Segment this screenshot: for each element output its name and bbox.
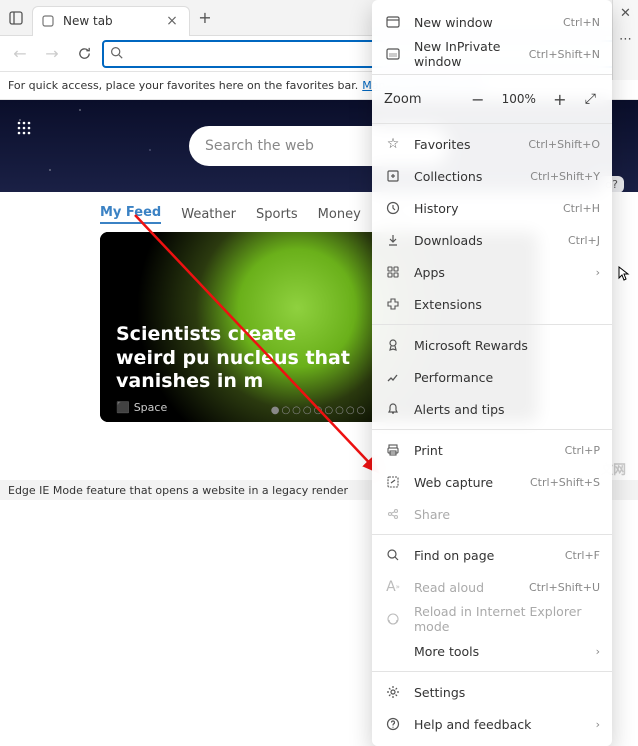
tab-weather[interactable]: Weather [181,207,236,222]
download-icon [384,233,402,247]
share-icon [384,507,402,521]
more-icon[interactable]: ⋯ [613,26,638,52]
source-icon: ⬛ [116,401,130,414]
menu-more-tools[interactable]: More tools › [372,635,612,667]
star-icon: ☆ [384,136,402,152]
apps-grid-icon[interactable] [16,120,32,141]
help-icon [384,717,402,731]
menu-reload-ie: Reload in Internet Explorer mode [372,603,612,635]
menu-favorites[interactable]: ☆ Favorites Ctrl+Shift+O [372,128,612,160]
menu-separator [372,324,612,325]
menu-separator [372,534,612,535]
favorites-bar-text: For quick access, place your favorites h… [8,79,358,92]
zoom-label: Zoom [384,92,457,107]
back-button[interactable]: ← [6,40,34,68]
menu-read-aloud: A» Read aloud Ctrl+Shift+U [372,571,612,603]
ie-icon [384,612,402,626]
find-icon [384,548,402,562]
menu-alerts[interactable]: Alerts and tips [372,393,612,425]
menu-help[interactable]: Help and feedback › [372,708,612,740]
apps-icon [384,265,402,279]
menu-extensions[interactable]: Extensions [372,288,612,320]
menu-separator [372,123,612,124]
app-menu: New window Ctrl+N New InPrivate window C… [372,0,612,746]
menu-separator [372,74,612,75]
card-source: ⬛ Space [116,401,167,414]
tab-sports[interactable]: Sports [256,207,298,222]
menu-history[interactable]: History Ctrl+H [372,192,612,224]
menu-collections[interactable]: Collections Ctrl+Shift+Y [372,160,612,192]
forward-button[interactable]: → [38,40,66,68]
menu-share: Share [372,498,612,530]
extensions-icon [384,297,402,311]
zoom-out-button[interactable]: − [465,86,491,112]
collections-icon [384,169,402,183]
refresh-button[interactable] [70,40,98,68]
capture-icon [384,475,402,489]
tab-actions-icon[interactable] [0,11,32,25]
fullscreen-icon[interactable]: ⤢ [581,91,600,107]
search-icon [110,44,123,63]
menu-zoom: Zoom − 100% + ⤢ [372,79,612,119]
window-icon [384,15,402,29]
print-icon [384,443,402,457]
new-tab-icon [41,13,57,29]
history-icon [384,201,402,215]
menu-settings[interactable]: Settings [372,676,612,708]
chevron-right-icon: › [596,266,600,279]
cursor-icon [618,266,630,285]
window-controls: ✕ ⋯ [612,0,638,80]
menu-separator [372,671,612,672]
inprivate-icon [384,47,402,61]
tab-money[interactable]: Money [318,207,361,222]
zoom-value: 100% [499,92,539,106]
menu-performance[interactable]: Performance [372,361,612,393]
read-aloud-icon: A» [384,579,402,595]
carousel-dots[interactable]: ●○○○○○○○○ [271,405,368,416]
menu-microsoft-rewards[interactable]: Microsoft Rewards [372,329,612,361]
chevron-right-icon: › [596,718,600,731]
menu-find-on-page[interactable]: Find on page Ctrl+F [372,539,612,571]
bell-icon [384,402,402,416]
close-icon[interactable]: × [163,13,181,29]
rewards-icon [384,338,402,352]
chevron-right-icon: › [596,645,600,658]
menu-downloads[interactable]: Downloads Ctrl+J [372,224,612,256]
search-placeholder: Search the web [205,138,314,154]
menu-new-window[interactable]: New window Ctrl+N [372,6,612,38]
browser-tab[interactable]: New tab × [32,6,190,36]
tab-my-feed[interactable]: My Feed [100,205,161,224]
menu-separator [372,429,612,430]
menu-web-capture[interactable]: Web capture Ctrl+Shift+S [372,466,612,498]
gear-icon [384,685,402,699]
zoom-in-button[interactable]: + [547,86,573,112]
window-close-icon[interactable]: ✕ [613,0,638,26]
new-tab-button[interactable]: + [190,8,220,27]
menu-print[interactable]: Print Ctrl+P [372,434,612,466]
card-headline: Scientists create weird pu nucleus that … [116,323,356,394]
tab-title: New tab [63,14,163,28]
menu-apps[interactable]: Apps › [372,256,612,288]
performance-icon [384,370,402,384]
menu-new-inprivate[interactable]: New InPrivate window Ctrl+Shift+N [372,38,612,70]
